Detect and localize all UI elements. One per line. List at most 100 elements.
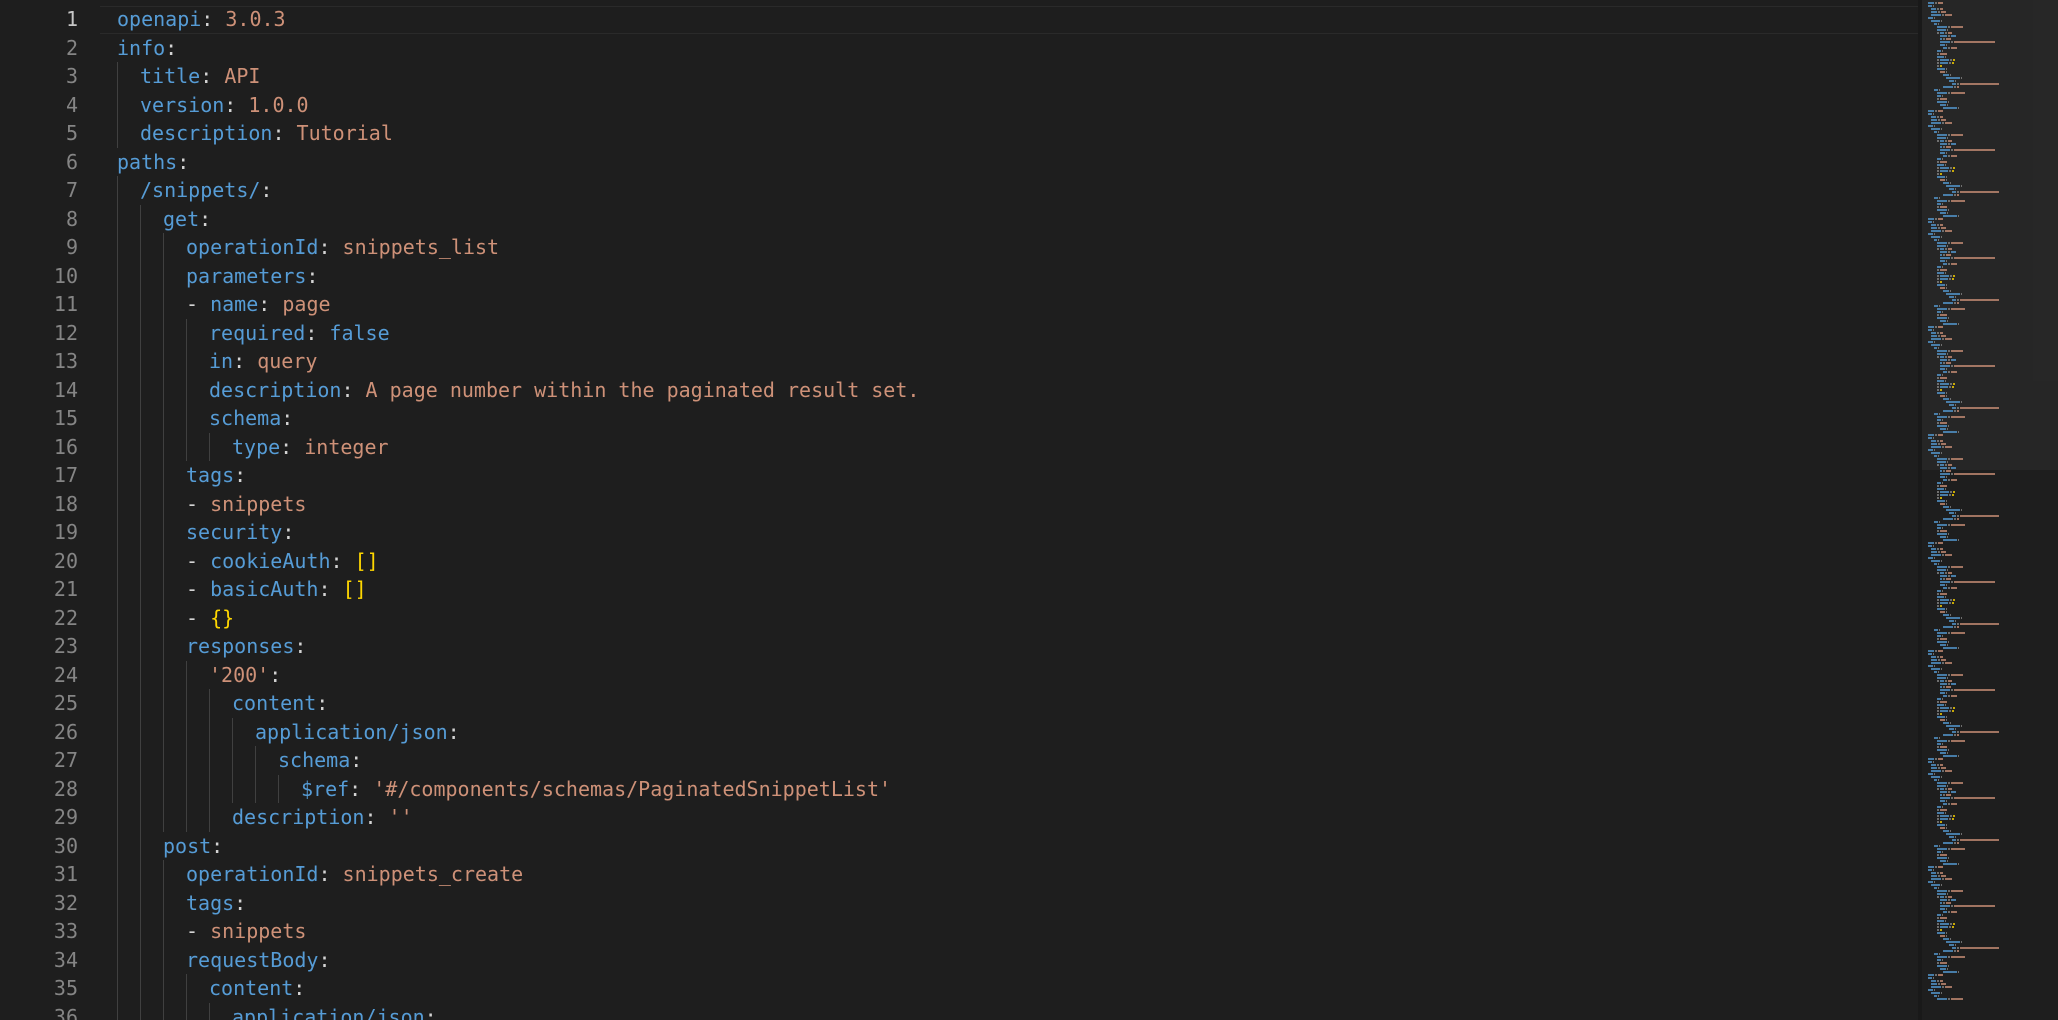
minimap-stroke [1933, 869, 1934, 871]
code-line[interactable]: tags: [186, 461, 246, 490]
minimap-stroke [1939, 413, 1940, 415]
code-line[interactable]: post: [163, 832, 223, 861]
minimap-stroke [1941, 560, 1942, 562]
code-line[interactable]: requestBody: [186, 946, 331, 975]
code-line[interactable]: operationId: snippets_list [186, 233, 499, 262]
code-line[interactable]: description: Tutorial [140, 119, 393, 148]
minimap-stroke [1928, 761, 1932, 763]
indent-guide [163, 860, 164, 889]
code-line[interactable]: required: false [209, 319, 390, 348]
minimap-stroke [1941, 776, 1942, 778]
code-line[interactable]: - snippets [186, 917, 306, 946]
code-line[interactable]: parameters: [186, 262, 318, 291]
code-line[interactable]: schema: [278, 746, 362, 775]
indent-guide [117, 318, 118, 347]
indent-guide [163, 575, 164, 604]
minimap-stroke [1949, 944, 1954, 946]
code-line[interactable]: - {} [186, 604, 234, 633]
minimap-stroke [1946, 146, 1951, 148]
minimap-stroke [1937, 278, 1939, 280]
minimap-stroke [1931, 986, 1941, 988]
minimap-stroke [1960, 947, 1999, 949]
minimap-stroke [1960, 407, 1999, 409]
minimap-stroke [1937, 812, 1944, 814]
indent-guide [140, 404, 141, 433]
code-line[interactable]: content: [209, 974, 305, 1003]
minimap-stroke [1946, 260, 1947, 262]
minimap-stroke [1946, 392, 1947, 394]
line-number: 20 [53, 548, 78, 573]
punctuation-token: : [318, 577, 343, 601]
line-number: 22 [53, 605, 78, 630]
code-line[interactable]: - snippets [186, 490, 306, 519]
code-line[interactable]: version: 1.0.0 [140, 91, 309, 120]
code-line[interactable]: - name: page [186, 290, 331, 319]
minimap-stroke [1954, 689, 1995, 691]
minimap-stroke [1941, 20, 1942, 22]
code-line[interactable]: /snippets/: [140, 176, 272, 205]
code-line[interactable]: type: integer [232, 433, 389, 462]
code-area[interactable]: openapi: 3.0.3 info: title: API version: 1.… [117, 0, 1917, 1020]
minimap-stroke [1940, 212, 1946, 214]
code-line[interactable]: responses: [186, 632, 306, 661]
code-editor[interactable]: 1 2 3 4 5 6 7 8 9 10 11 12 13 14 15 16 17 18 19 20 21 22 23 24 2… [0, 0, 2058, 1020]
code-line[interactable]: '200': [209, 661, 281, 690]
minimap-stroke [1938, 110, 1943, 112]
code-line[interactable]: info: [117, 34, 177, 63]
code-line[interactable]: operationId: snippets_create [186, 860, 523, 889]
code-line[interactable]: description: A page number within the pa… [209, 376, 919, 405]
line-number: 27 [53, 748, 78, 772]
minimap-stroke [1937, 416, 1947, 418]
punctuation-token: - [186, 577, 211, 601]
minimap-stroke [1941, 992, 1942, 994]
yaml-key-token: operationId [186, 862, 319, 886]
code-line[interactable]: get: [163, 205, 211, 234]
minimap-stroke [1945, 446, 1952, 448]
minimap-stroke [1937, 746, 1939, 748]
minimap-stroke [1931, 884, 1940, 886]
minimap-stroke [1937, 956, 1947, 958]
code-line[interactable]: - cookieAuth: [] [186, 547, 379, 576]
minimap-stroke [1948, 248, 1952, 250]
minimap-stroke [1937, 158, 1941, 160]
code-line[interactable]: - basicAuth: [] [186, 575, 367, 604]
code-line[interactable]: application/json: [232, 1003, 437, 1020]
minimap-stroke [1955, 296, 1956, 298]
line-number-gutter[interactable]: 1 2 3 4 5 6 7 8 9 10 11 12 13 14 15 16 17 18 19 20 21 22 23 24 2… [0, 0, 100, 1020]
minimap-stroke [1938, 659, 1940, 661]
minimap-stroke [1951, 26, 1963, 28]
indent-guide [186, 689, 187, 718]
code-line[interactable]: security: [186, 518, 294, 547]
minimap-stroke [1949, 170, 1951, 172]
minimap-stroke [1948, 896, 1952, 898]
code-line[interactable]: tags: [186, 889, 246, 918]
code-line[interactable]: $ref: '#/components/schemas/PaginatedSni… [301, 775, 891, 804]
minimap-stroke [1943, 290, 1949, 292]
yaml-key-token: requestBody [186, 947, 319, 972]
code-line[interactable]: title: API [140, 62, 260, 91]
punctuation-token: : [364, 805, 389, 829]
code-line[interactable]: paths: [117, 148, 189, 177]
code-line[interactable]: application/json: [255, 718, 460, 747]
minimap[interactable] [1922, 0, 2058, 1020]
minimap-stroke [1940, 314, 1947, 316]
minimap-stroke [1937, 917, 1939, 919]
code-line[interactable]: openapi: 3.0.3 [117, 5, 286, 34]
minimap-stroke [1937, 923, 1939, 925]
minimap-stroke [1937, 569, 1946, 571]
indent-guide [117, 461, 118, 490]
minimap-stroke [1931, 548, 1936, 550]
minimap-stroke [1937, 134, 1947, 136]
minimap-stroke [1955, 404, 1956, 406]
code-line[interactable]: description: '' [232, 803, 413, 832]
code-line[interactable]: schema: [209, 404, 293, 433]
minimap-stroke [1939, 521, 1940, 523]
minimap-stroke [1945, 878, 1952, 880]
minimap-stroke [1943, 323, 1957, 325]
minimap-stroke [1938, 218, 1943, 220]
minimap-stroke [1937, 164, 1944, 166]
code-line[interactable]: in: query [209, 347, 317, 376]
code-line[interactable]: content: [232, 689, 328, 718]
minimap-stroke [1949, 710, 1951, 712]
minimap-stroke [1940, 575, 1947, 577]
